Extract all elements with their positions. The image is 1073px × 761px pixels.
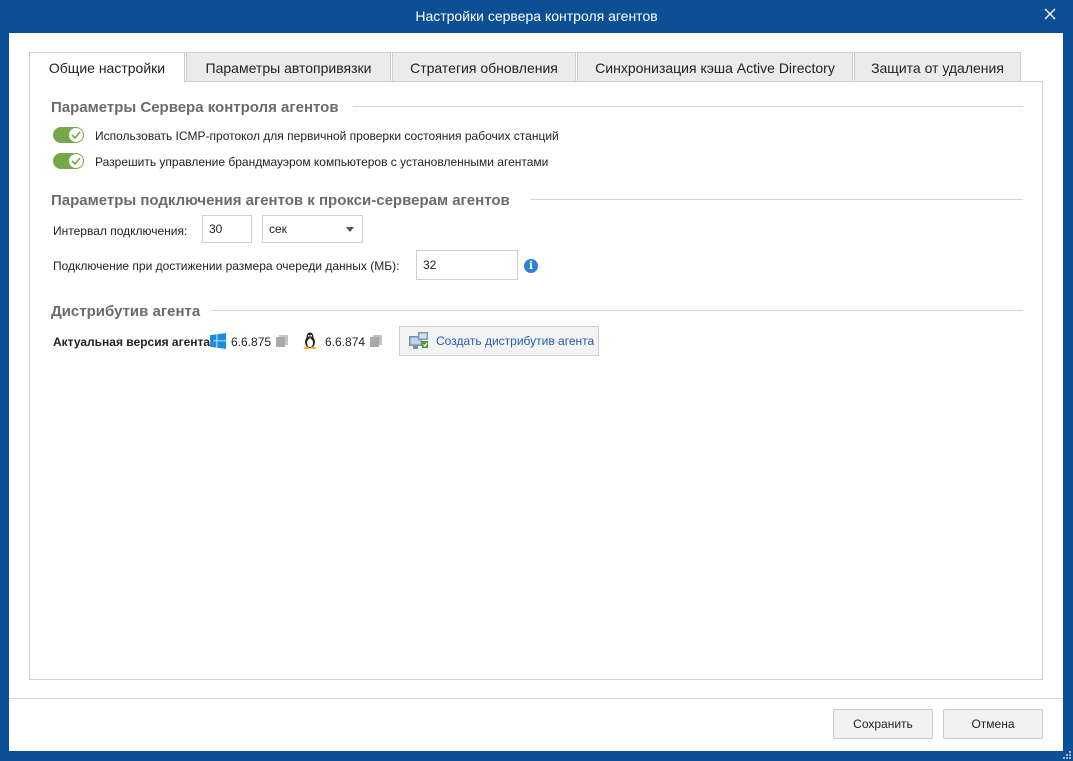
check-icon <box>71 157 81 165</box>
icmp-toggle[interactable] <box>53 127 84 143</box>
section-divider <box>530 199 1023 200</box>
settings-window: Настройки сервера контроля агентов Общие… <box>0 0 1073 761</box>
section-title-server: Параметры Сервера контроля агентов <box>51 99 339 116</box>
icmp-label: Использовать ICMP-протокол для первичной… <box>95 129 559 143</box>
linux-icon <box>303 332 317 349</box>
tab-ad-cache-sync[interactable]: Синхронизация кэша Active Directory <box>577 52 853 81</box>
section-title-distribution: Дистрибутив агента <box>51 303 201 320</box>
dialog-footer: Сохранить Отмена <box>9 698 1063 751</box>
interval-unit-value: сек <box>269 222 287 236</box>
tab-general[interactable]: Общие настройки <box>29 52 185 83</box>
tab-update-strategy[interactable]: Стратегия обновления <box>392 52 576 81</box>
copy-icon[interactable] <box>370 335 382 347</box>
chevron-down-icon <box>346 227 354 232</box>
queue-size-input[interactable]: 32 <box>416 250 518 280</box>
windows-version: 6.6.875 <box>231 335 272 349</box>
section-title-proxy: Параметры подключения агентов к прокси-с… <box>51 192 510 209</box>
interval-input[interactable]: 30 <box>202 215 252 243</box>
create-distribution-button[interactable]: Создать дистрибутив агента <box>399 326 599 356</box>
save-button[interactable]: Сохранить <box>833 709 933 739</box>
queue-label: Подключение при достижении размера очере… <box>53 259 400 273</box>
toggle-knob <box>69 128 83 142</box>
agent-version-label: Актуальная версия агента: <box>53 335 215 349</box>
general-settings-panel: Параметры Сервера контроля агентов Испол… <box>29 81 1043 680</box>
section-divider <box>353 106 1023 107</box>
tab-uninstall-protection[interactable]: Защита от удаления <box>854 52 1021 81</box>
firewall-toggle[interactable] <box>53 153 84 169</box>
info-icon[interactable]: i <box>524 259 538 273</box>
linux-version: 6.6.874 <box>325 335 366 349</box>
check-icon <box>71 131 81 139</box>
section-divider <box>211 310 1023 311</box>
create-distribution-icon <box>409 332 428 349</box>
close-icon[interactable] <box>1041 6 1059 24</box>
window-title: Настройки сервера контроля агентов <box>415 8 658 24</box>
resize-grip-icon[interactable] <box>1061 749 1071 759</box>
interval-unit-select[interactable]: сек <box>262 215 363 243</box>
title-bar: Настройки сервера контроля агентов <box>0 0 1073 33</box>
windows-icon <box>210 333 226 349</box>
copy-icon[interactable] <box>276 335 288 347</box>
cancel-button[interactable]: Отмена <box>943 709 1043 739</box>
toggle-knob <box>69 154 83 168</box>
dialog-body: Общие настройки Параметры автопривязки С… <box>9 33 1063 751</box>
tab-autobind[interactable]: Параметры автопривязки <box>186 52 391 81</box>
interval-label: Интервал подключения: <box>53 224 188 238</box>
firewall-label: Разрешить управление брандмауэром компью… <box>95 155 549 169</box>
create-distribution-label: Создать дистрибутив агента <box>436 334 595 348</box>
